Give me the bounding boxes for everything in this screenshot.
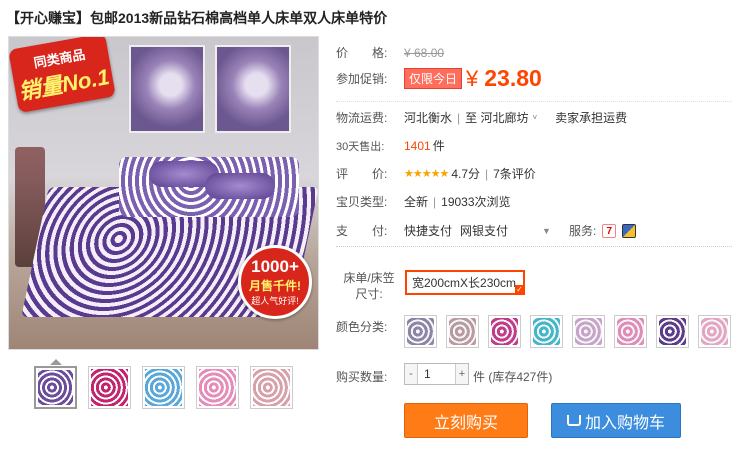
thumbnail-1[interactable] (34, 366, 77, 409)
stock-info: 件 (库存427件) (473, 370, 553, 384)
wall-art-left (129, 45, 205, 133)
review-count-link[interactable]: 7条评价 (493, 165, 536, 182)
monthly-sales-badge: 1000+ 月售千件! 超人气好评! (238, 245, 312, 319)
rating-score: 4.7分 (451, 167, 480, 181)
color-label: 颜色分类: (336, 320, 388, 334)
promo-row: 参加促销: 仅限今日 ¥ 23.80 (336, 65, 542, 92)
size-option-text: 宽200cmX长230cm (412, 276, 517, 290)
thumbnail-2[interactable] (88, 366, 131, 409)
sales-unit: 件 (432, 139, 445, 153)
price-label: 价 格: (336, 46, 388, 60)
thumbnail-image (91, 369, 128, 406)
swatch-image (575, 318, 602, 345)
promo-label: 参加促销: (336, 72, 388, 86)
swatch-image (449, 318, 476, 345)
separator: | (433, 194, 437, 209)
payment-label: 支 付: (336, 224, 388, 238)
service-label: 服务: (568, 224, 597, 238)
badge-line: 1000+ (251, 257, 299, 276)
ship-from: 河北衡水 (404, 111, 453, 125)
size-label-line: 床单/床笠 (343, 271, 395, 285)
thumbnail-image (253, 369, 290, 406)
add-to-cart-label: 加入购物车 (584, 414, 665, 432)
separator: | (485, 166, 489, 181)
product-main-image[interactable]: 同类商品 销量No.1 1000+ 月售千件! 超人气好评! (8, 36, 319, 350)
badge-line: 超人气好评! (251, 296, 299, 306)
thumbnail-image (38, 370, 73, 405)
pillow (205, 173, 275, 199)
thumbnail-3[interactable] (142, 366, 185, 409)
item-condition: 全新 (404, 195, 429, 209)
swatch-image (533, 318, 560, 345)
buy-now-button[interactable]: 立刻购买 (404, 403, 528, 438)
size-label-line: 尺寸: (355, 287, 383, 301)
checkmark-icon: ✓ (515, 285, 524, 294)
color-swatch-4[interactable] (530, 315, 563, 348)
divider (336, 101, 733, 102)
cart-icon (566, 415, 581, 426)
badge-line: 销量No.1 (16, 63, 112, 105)
color-swatch-5[interactable] (572, 315, 605, 348)
sales-row: 30天售出: 1401 件 (336, 137, 445, 154)
rating-row: 评 价: ★★★★★ 4.7分 | 7条评价 (336, 165, 536, 182)
wall-art-right (215, 45, 291, 133)
size-label: 床单/床笠 尺寸: (336, 270, 402, 302)
shipping-fee: 卖家承担运费 (555, 111, 628, 125)
separator: | (457, 110, 461, 125)
quantity-stepper: - 1 + (404, 363, 469, 385)
guarantee-icon[interactable] (622, 223, 637, 238)
size-option-selected[interactable]: 宽200cmX长230cm ✓ (405, 270, 525, 295)
thumbnail-image (199, 369, 236, 406)
thumbnail-strip (34, 366, 293, 409)
swatch-image (659, 318, 686, 345)
chevron-down-icon[interactable]: ▼ (542, 226, 551, 236)
view-count: 19033次浏览 (441, 195, 511, 209)
color-swatch-7[interactable] (656, 315, 689, 348)
color-swatch-1[interactable] (404, 315, 437, 348)
divider (336, 246, 733, 247)
promo-price: 23.80 (484, 65, 542, 91)
swatch-image (491, 318, 518, 345)
item-type-row: 宝贝类型: 全新 | 19033次浏览 (336, 193, 511, 210)
best-seller-badge: 同类商品 销量No.1 (9, 37, 116, 114)
swatch-image (617, 318, 644, 345)
quantity-increase-button[interactable]: + (456, 364, 468, 384)
payment-method-quick: 快捷支付 (404, 224, 453, 238)
quantity-input[interactable]: 1 (417, 364, 456, 384)
payment-row: 支 付: 快捷支付 网银支付 ▼ 服务: 7 (336, 222, 637, 239)
quantity-label: 购买数量: (336, 370, 388, 384)
shipping-row: 物流运费: 河北衡水 | 至 河北廊坊 ˅ 卖家承担运费 (336, 109, 627, 126)
thumbnail-5[interactable] (250, 366, 293, 409)
thumb-pointer-icon (50, 359, 62, 365)
ship-to-select[interactable]: 至 河北廊坊 (465, 109, 528, 126)
color-swatch-3[interactable] (488, 315, 521, 348)
color-swatch-6[interactable] (614, 315, 647, 348)
swatch-image (407, 318, 434, 345)
item-type-label: 宝贝类型: (336, 195, 388, 209)
color-swatch-2[interactable] (446, 315, 479, 348)
chevron-down-icon[interactable]: ˅ (532, 113, 537, 122)
currency-symbol: ¥ (466, 65, 479, 91)
promo-tag: 仅限今日 (404, 68, 463, 89)
sales-label: 30天售出: (336, 140, 385, 153)
price-row: 价 格: ¥ 68.00 (336, 44, 444, 61)
thumbnail-image (145, 369, 182, 406)
color-swatch-8[interactable] (698, 315, 731, 348)
shipping-label: 物流运费: (336, 111, 388, 125)
swatch-image (701, 318, 728, 345)
sales-count: 1401 (404, 138, 431, 153)
star-rating-icon: ★★★★★ (404, 168, 449, 180)
rating-label: 评 价: (336, 167, 388, 181)
badge-line: 月售千件! (249, 279, 301, 293)
add-to-cart-button[interactable]: 加入购物车 (551, 403, 681, 438)
thumbnail-4[interactable] (196, 366, 239, 409)
original-price: ¥ 68.00 (404, 45, 445, 60)
payment-method-bank: 网银支付 (460, 224, 509, 238)
color-swatches (404, 315, 731, 348)
buy-now-label: 立刻购买 (433, 414, 498, 432)
seven-day-return-icon[interactable]: 7 (602, 223, 617, 238)
quantity-decrease-button[interactable]: - (405, 364, 417, 384)
product-title: 【开心赚宝】包邮2013新品钻石棉高档单人床单双人床单特价 (6, 10, 388, 26)
